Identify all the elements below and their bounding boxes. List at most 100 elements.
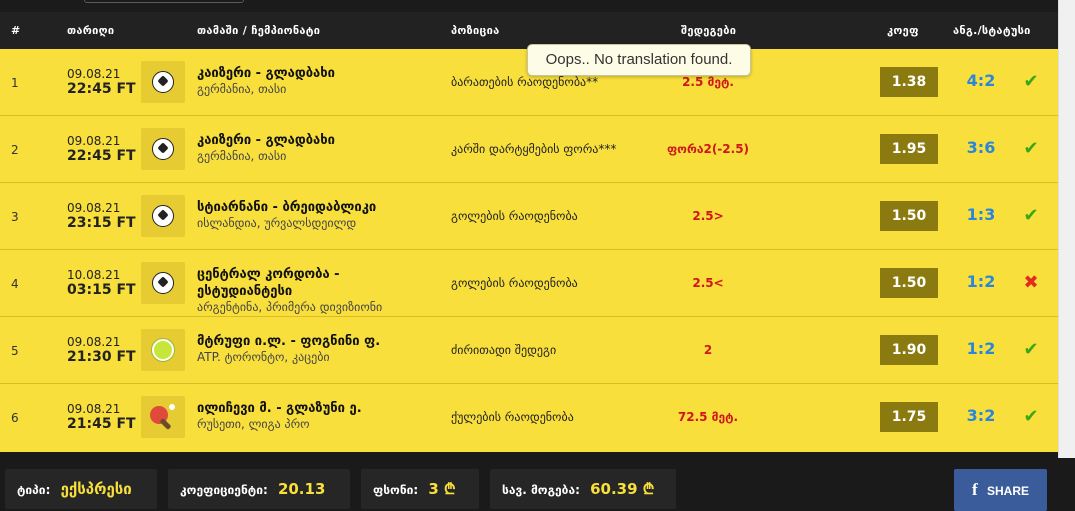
sport-badge <box>141 61 185 103</box>
bet-result: 2.5< <box>692 276 724 290</box>
match-score: 1:2 <box>966 272 996 291</box>
share-label: SHARE <box>987 484 1030 498</box>
checkmark-icon: ✔ <box>1023 71 1039 92</box>
match-date: 10.08.21 03:15 FT <box>67 268 136 298</box>
row-number: 6 <box>11 411 19 425</box>
share-button[interactable]: f SHARE <box>954 469 1047 511</box>
match-date-day: 09.08.21 <box>67 67 121 81</box>
odds-badge: 1.50 <box>880 201 938 231</box>
match-score: 3:6 <box>966 138 996 157</box>
header-num: # <box>11 24 21 37</box>
bet-summary-footer: ტიპი: ექსპრესი კოეფიციენტი: 20.13 ფსონი:… <box>0 458 1075 511</box>
scrollbar[interactable] <box>1058 0 1075 458</box>
header-result: შედეგები <box>681 24 737 37</box>
checkmark-icon: ✔ <box>1023 339 1039 360</box>
match-date-day: 09.08.21 <box>67 201 121 215</box>
table-row: 4 10.08.21 03:15 FT ცენტრალ კორდობა - ესტუდ… <box>0 250 1058 317</box>
cross-icon: ✖ <box>1023 272 1039 293</box>
header-odds: კოეფ <box>887 24 919 37</box>
checkmark-icon: ✔ <box>1023 138 1039 159</box>
match-date: 09.08.21 22:45 FT <box>67 134 136 164</box>
match-name[interactable]: კაიზერი - გლადბახი <box>197 65 427 82</box>
tennis-ball-icon <box>152 339 174 361</box>
league-name: გერმანია, თასი <box>197 149 287 163</box>
row-number: 2 <box>11 143 19 157</box>
match-score: 3:2 <box>966 406 996 425</box>
match-info: კაიზერი - გლადბახი გერმანია, თასი <box>197 65 427 97</box>
bet-type-label: ტიპი: <box>17 483 51 497</box>
bet-rows: 1 09.08.21 22:45 FT კაიზერი - გლადბახი გერმა… <box>0 49 1058 452</box>
match-info: სტიარნანი - ბრეიდაბლიკი ისლანდია, ურვალსდ… <box>197 199 427 231</box>
odds-badge: 1.50 <box>880 268 938 298</box>
match-name[interactable]: მტრუფი ი.ლ. - ფოგნინი ფ. <box>197 333 427 350</box>
football-icon <box>152 205 174 227</box>
stake-value: 3 ₾ <box>428 480 456 498</box>
bet-result: 2.5 მეტ. <box>682 75 734 89</box>
coefficient-value: 20.13 <box>277 480 326 498</box>
sport-badge <box>141 329 185 371</box>
facebook-icon: f <box>971 480 978 499</box>
stake-box: ფსონი: 3 ₾ <box>361 469 479 509</box>
league-name: ისლანდია, ურვალსდეილდ <box>197 216 357 230</box>
translation-tooltip: Oops.. No translation found. <box>527 44 751 76</box>
table-row: 3 09.08.21 23:15 FT სტიარნანი - ბრეიდაბლიკი… <box>0 183 1058 250</box>
league-name: რუსეთი, ლიგა პრო <box>197 417 310 431</box>
match-info: ცენტრალ კორდობა - ესტუდიანტესი არგენტინა,… <box>197 266 427 315</box>
top-input[interactable] <box>84 0 244 3</box>
bet-type-box: ტიპი: ექსპრესი <box>5 469 157 509</box>
table-tennis-icon <box>150 404 176 431</box>
top-bar <box>0 0 1058 12</box>
match-date-day: 09.08.21 <box>67 402 121 416</box>
stake-label: ფსონი: <box>373 483 419 497</box>
table-row: 2 09.08.21 22:45 FT კაიზერი - გლადბახი გერმა… <box>0 116 1058 183</box>
bet-type-value: ექსპრესი <box>60 480 132 498</box>
match-name[interactable]: კაიზერი - გლადბახი <box>197 132 427 149</box>
row-number: 3 <box>11 210 19 224</box>
match-score: 1:2 <box>966 339 996 358</box>
match-time: 21:45 FT <box>67 416 136 432</box>
row-number: 1 <box>11 76 19 90</box>
match-name[interactable]: ცენტრალ კორდობა - ესტუდიანტესი <box>197 266 427 300</box>
bet-position: კარში დარტყმების ფორა*** <box>451 142 617 156</box>
potential-win-label: სავ. მოგება: <box>502 483 580 497</box>
bet-position: ქულების რაოდენობა <box>451 410 574 424</box>
bet-position: ძირითადი შედეგი <box>451 343 557 357</box>
sport-badge <box>141 396 185 438</box>
match-name[interactable]: სტიარნანი - ბრეიდაბლიკი <box>197 199 427 216</box>
odds-badge: 1.95 <box>880 134 938 164</box>
bet-position: გოლების რაოდენობა <box>451 209 578 223</box>
bet-position: გოლების რაოდენობა <box>451 276 578 290</box>
match-date-day: 09.08.21 <box>67 134 121 148</box>
match-name[interactable]: ილიჩევი მ. - გლაზუნი ე. <box>197 400 427 417</box>
coefficient-box: კოეფიციენტი: 20.13 <box>168 469 350 509</box>
bet-result: 72.5 მეტ. <box>677 410 739 424</box>
match-date: 09.08.21 23:15 FT <box>67 201 136 231</box>
table-row: 6 09.08.21 21:45 FT ილიჩევი მ. - გლაზუნი ე.… <box>0 384 1058 452</box>
odds-badge: 1.75 <box>880 402 938 432</box>
coefficient-label: კოეფიციენტი: <box>180 483 268 497</box>
header-score-status: ანგ./სტატუსი <box>953 24 1031 37</box>
football-icon <box>152 272 174 294</box>
match-time: 22:45 FT <box>67 148 136 164</box>
match-time: 23:15 FT <box>67 215 136 231</box>
potential-win-box: სავ. მოგება: 60.39 ₾ <box>490 469 676 509</box>
football-icon <box>152 138 174 160</box>
league-name: ATP. ტორონტო, კაცები <box>197 350 330 364</box>
bet-slip-page: # თარიღი თამაში / ჩემპიონატი პოზიცია შედ… <box>0 0 1075 511</box>
match-info: ილიჩევი მ. - გლაზუნი ე. რუსეთი, ლიგა პრო <box>197 400 427 432</box>
match-date-day: 09.08.21 <box>67 335 121 349</box>
match-date: 09.08.21 21:45 FT <box>67 402 136 432</box>
bet-position: ბარათების რაოდენობა** <box>451 75 599 89</box>
match-date: 09.08.21 21:30 FT <box>67 335 136 365</box>
match-time: 22:45 FT <box>67 81 136 97</box>
bet-result: 2 <box>703 343 713 357</box>
sport-badge <box>141 128 185 170</box>
row-number: 5 <box>11 344 19 358</box>
sport-badge <box>141 262 185 304</box>
checkmark-icon: ✔ <box>1023 406 1039 427</box>
league-name: არგენტინა, პრიმერა დივიზიონი <box>197 300 383 314</box>
bet-result: ფორა2(-2.5) <box>666 142 750 156</box>
bet-result: 2.5> <box>692 209 724 223</box>
row-number: 4 <box>11 277 19 291</box>
football-icon <box>152 71 174 93</box>
